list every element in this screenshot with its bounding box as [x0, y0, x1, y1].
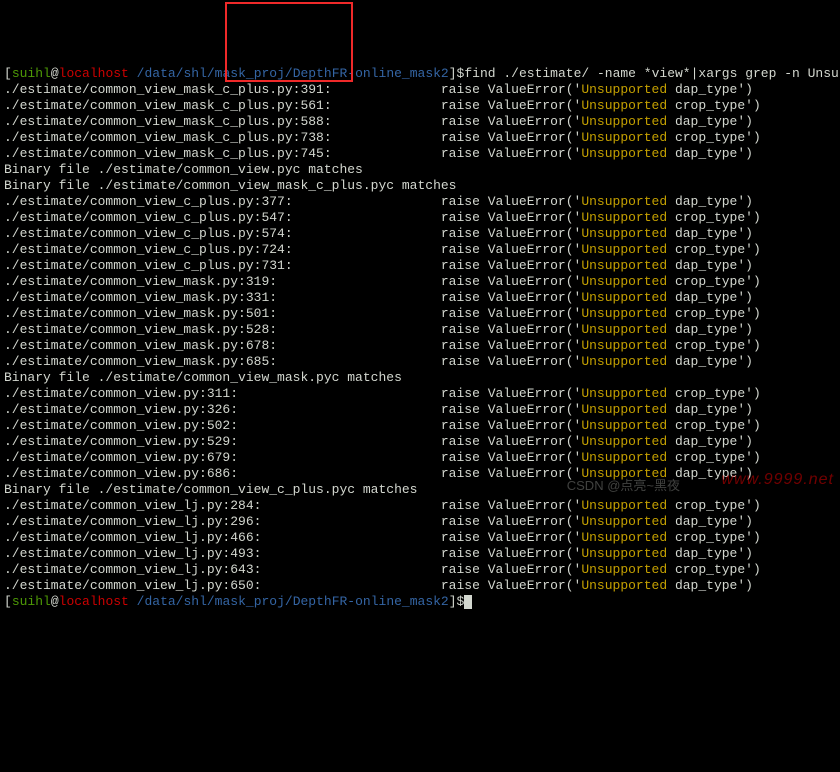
prompt-line[interactable]: [suihl@localhost /data/shl/mask_proj/Dep…: [4, 66, 836, 82]
grep-result-line: ./estimate/common_view_lj.py:493: raise …: [4, 546, 836, 562]
grep-result-line: ./estimate/common_view_mask_c_plus.py:74…: [4, 146, 836, 162]
grep-result-line: ./estimate/common_view_mask.py:501: rais…: [4, 306, 836, 322]
grep-result-line: ./estimate/common_view_mask.py:331: rais…: [4, 290, 836, 306]
cursor: [464, 595, 472, 609]
grep-result-line: ./estimate/common_view_lj.py:643: raise …: [4, 562, 836, 578]
grep-result-line: ./estimate/common_view_mask_c_plus.py:39…: [4, 82, 836, 98]
binary-match-line: Binary file ./estimate/common_view_mask.…: [4, 370, 836, 386]
grep-result-line: ./estimate/common_view_c_plus.py:731: ra…: [4, 258, 836, 274]
grep-result-line: ./estimate/common_view.py:686: raise Val…: [4, 466, 836, 482]
grep-result-line: ./estimate/common_view_mask_c_plus.py:56…: [4, 98, 836, 114]
grep-result-line: ./estimate/common_view_mask.py:319: rais…: [4, 274, 836, 290]
prompt-line[interactable]: [suihl@localhost /data/shl/mask_proj/Dep…: [4, 594, 836, 610]
grep-result-line: ./estimate/common_view_lj.py:284: raise …: [4, 498, 836, 514]
grep-result-line: ./estimate/common_view_c_plus.py:724: ra…: [4, 242, 836, 258]
grep-result-line: ./estimate/common_view_mask.py:678: rais…: [4, 338, 836, 354]
grep-result-line: ./estimate/common_view.py:679: raise Val…: [4, 450, 836, 466]
binary-match-line: Binary file ./estimate/common_view_mask_…: [4, 178, 836, 194]
grep-result-line: ./estimate/common_view_lj.py:296: raise …: [4, 514, 836, 530]
grep-result-line: ./estimate/common_view_c_plus.py:377: ra…: [4, 194, 836, 210]
grep-result-line: ./estimate/common_view_mask.py:528: rais…: [4, 322, 836, 338]
grep-result-line: ./estimate/common_view.py:326: raise Val…: [4, 402, 836, 418]
grep-result-line: ./estimate/common_view.py:529: raise Val…: [4, 434, 836, 450]
grep-result-line: ./estimate/common_view_mask_c_plus.py:73…: [4, 130, 836, 146]
grep-result-line: ./estimate/common_view_mask.py:685: rais…: [4, 354, 836, 370]
grep-result-line: ./estimate/common_view.py:311: raise Val…: [4, 386, 836, 402]
grep-result-line: ./estimate/common_view_c_plus.py:574: ra…: [4, 226, 836, 242]
terminal[interactable]: [suihl@localhost /data/shl/mask_proj/Dep…: [0, 64, 840, 612]
binary-match-line: Binary file ./estimate/common_view.pyc m…: [4, 162, 836, 178]
grep-result-line: ./estimate/common_view_mask_c_plus.py:58…: [4, 114, 836, 130]
grep-result-line: ./estimate/common_view_c_plus.py:547: ra…: [4, 210, 836, 226]
grep-result-line: ./estimate/common_view.py:502: raise Val…: [4, 418, 836, 434]
grep-result-line: ./estimate/common_view_lj.py:466: raise …: [4, 530, 836, 546]
binary-match-line: Binary file ./estimate/common_view_c_plu…: [4, 482, 836, 498]
grep-result-line: ./estimate/common_view_lj.py:650: raise …: [4, 578, 836, 594]
